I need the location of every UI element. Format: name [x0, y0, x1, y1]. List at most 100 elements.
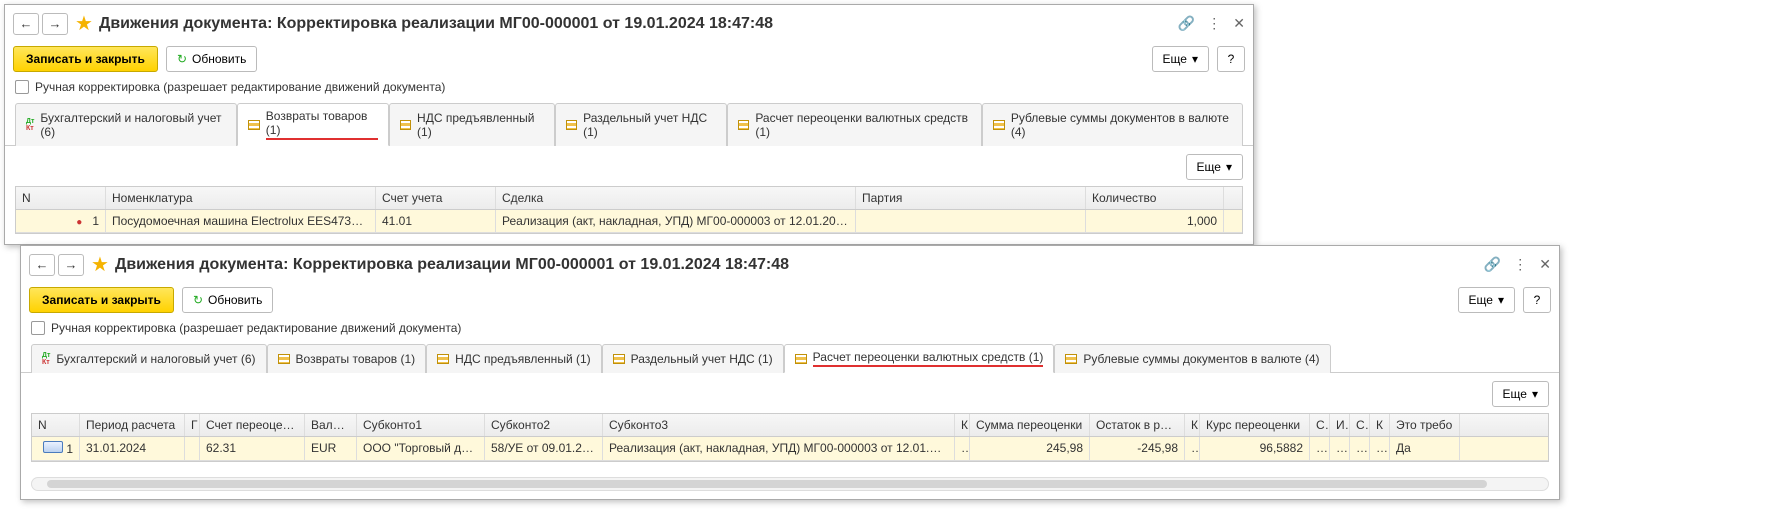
save-close-button[interactable]: Записать и закрыть: [13, 46, 158, 72]
col-party[interactable]: Партия: [856, 187, 1086, 209]
col-k1[interactable]: К: [955, 414, 970, 436]
col-currency[interactable]: Валюта: [305, 414, 357, 436]
col-required[interactable]: Это требо: [1390, 414, 1460, 436]
table-header: N Период расчета Г Счет переоценки Валют…: [32, 414, 1548, 437]
col-period[interactable]: Период расчета: [80, 414, 185, 436]
table-icon: [248, 120, 259, 130]
table-header: N Номенклатура Счет учета Сделка Партия …: [16, 187, 1242, 210]
horizontal-scrollbar[interactable]: [31, 477, 1549, 491]
more-button[interactable]: Еще▾: [1458, 287, 1515, 313]
manual-edit-checkbox[interactable]: [31, 321, 45, 335]
tabpanel-revaluation: Еще▾ N Период расчета Г Счет переоценки …: [21, 373, 1559, 472]
panel-more-button[interactable]: Еще▾: [1492, 381, 1549, 407]
tab-vat-separate[interactable]: Раздельный учет НДС (1): [555, 103, 727, 146]
manual-edit-row: Ручная корректировка (разрешает редактир…: [5, 80, 1253, 102]
arrow-left-icon: ←: [20, 16, 33, 31]
manual-edit-row: Ручная корректировка (разрешает редактир…: [21, 321, 1559, 343]
refresh-button[interactable]: Обновить: [166, 46, 257, 72]
col-k2[interactable]: К: [1185, 414, 1200, 436]
tab-accounting[interactable]: ДтКтБухгалтерский и налоговый учет (6): [15, 103, 237, 146]
kebab-icon[interactable]: ⋮: [1207, 15, 1221, 32]
col-qty[interactable]: Количество: [1086, 187, 1224, 209]
panel-more-button[interactable]: Еще▾: [1186, 154, 1243, 180]
table-row[interactable]: 1 31.01.2024 62.31 EUR ООО "Торговый дом…: [32, 437, 1548, 461]
window-revaluation: ← → ★ Движения документа: Корректировка …: [20, 245, 1560, 500]
col-n[interactable]: N: [32, 414, 80, 436]
refresh-button[interactable]: Обновить: [182, 287, 273, 313]
tab-returns[interactable]: Возвраты товаров (1): [237, 103, 388, 146]
star-icon[interactable]: ★: [91, 252, 109, 277]
tabpanel-returns: Еще▾ N Номенклатура Счет учета Сделка Па…: [5, 146, 1253, 244]
page-title: Движения документа: Корректировка реализ…: [99, 15, 1178, 33]
table-row[interactable]: ● 1 Посудомоечная машина Electrolux EES4…: [16, 210, 1242, 233]
refresh-icon: [193, 293, 203, 307]
star-icon[interactable]: ★: [75, 11, 93, 36]
col-sub2[interactable]: Субконто2: [485, 414, 603, 436]
row-marker-icon: ●: [76, 217, 82, 228]
record-marker-icon: [43, 441, 63, 453]
header-actions: 🔗 ⋮ ✕: [1484, 256, 1551, 273]
col-account-reval[interactable]: Счет переоценки: [200, 414, 305, 436]
col-nomenclature[interactable]: Номенклатура: [106, 187, 376, 209]
tabs: ДтКтБухгалтерский и налоговый учет (6) В…: [5, 102, 1253, 146]
col-g[interactable]: Г: [185, 414, 200, 436]
header: ← → ★ Движения документа: Корректировка …: [5, 5, 1253, 42]
tab-accounting[interactable]: ДтКтБухгалтерский и налоговый учет (6): [31, 344, 267, 373]
table-icon: [1065, 354, 1077, 364]
col-rate[interactable]: Курс переоценки: [1200, 414, 1310, 436]
manual-edit-label: Ручная корректировка (разрешает редактир…: [35, 80, 445, 94]
more-button[interactable]: Еще▾: [1152, 46, 1209, 72]
help-button[interactable]: ?: [1217, 46, 1245, 72]
col-s2[interactable]: С: [1350, 414, 1370, 436]
kebab-icon[interactable]: ⋮: [1513, 256, 1527, 273]
forward-button[interactable]: →: [42, 13, 68, 35]
table-icon: [278, 354, 290, 364]
header: ← → ★ Движения документа: Корректировка …: [21, 246, 1559, 283]
tab-vat-presented[interactable]: НДС предъявленный (1): [426, 344, 601, 373]
table-icon: [566, 120, 577, 130]
table-icon: [993, 120, 1004, 130]
tab-rub-sums[interactable]: Рублевые суммы документов в валюте (4): [1054, 344, 1330, 373]
back-button[interactable]: ←: [13, 13, 39, 35]
tab-returns[interactable]: Возвраты товаров (1): [267, 344, 427, 373]
arrow-left-icon: ←: [36, 257, 49, 272]
page-title: Движения документа: Корректировка реализ…: [115, 256, 1484, 274]
tabs: ДтКтБухгалтерский и налоговый учет (6) В…: [21, 343, 1559, 373]
save-close-button[interactable]: Записать и закрыть: [29, 287, 174, 313]
col-s1[interactable]: С: [1310, 414, 1330, 436]
tab-vat-separate[interactable]: Раздельный учет НДС (1): [602, 344, 784, 373]
toolbar: Записать и закрыть Обновить Еще▾ ?: [21, 283, 1559, 321]
arrow-right-icon: →: [49, 16, 62, 31]
manual-edit-checkbox[interactable]: [15, 80, 29, 94]
link-icon[interactable]: 🔗: [1178, 15, 1195, 32]
dtkt-icon: ДтКт: [42, 352, 50, 366]
table-icon: [613, 354, 625, 364]
col-k3[interactable]: К: [1370, 414, 1390, 436]
table-icon: [437, 354, 449, 364]
col-n[interactable]: N: [16, 187, 106, 209]
tab-rub-sums[interactable]: Рублевые суммы документов в валюте (4): [982, 103, 1243, 146]
table-icon: [795, 354, 807, 364]
back-button[interactable]: ←: [29, 254, 55, 276]
col-i[interactable]: И: [1330, 414, 1350, 436]
table-icon: [400, 120, 411, 130]
help-button[interactable]: ?: [1523, 287, 1551, 313]
col-account[interactable]: Счет учета: [376, 187, 496, 209]
col-sum-reval[interactable]: Сумма переоценки: [970, 414, 1090, 436]
link-icon[interactable]: 🔗: [1484, 256, 1501, 273]
scrollbar-thumb[interactable]: [47, 480, 1487, 488]
window-returns: ← → ★ Движения документа: Корректировка …: [4, 4, 1254, 245]
col-sub1[interactable]: Субконто1: [357, 414, 485, 436]
col-deal[interactable]: Сделка: [496, 187, 856, 209]
col-sub3[interactable]: Субконто3: [603, 414, 955, 436]
toolbar: Записать и закрыть Обновить Еще▾ ?: [5, 42, 1253, 80]
col-balance-rub[interactable]: Остаток в рублях: [1090, 414, 1185, 436]
close-icon[interactable]: ✕: [1233, 15, 1245, 32]
tab-revaluation[interactable]: Расчет переоценки валютных средств (1): [727, 103, 982, 146]
arrow-right-icon: →: [65, 257, 78, 272]
tab-vat-presented[interactable]: НДС предъявленный (1): [389, 103, 555, 146]
tab-revaluation[interactable]: Расчет переоценки валютных средств (1): [784, 344, 1055, 373]
forward-button[interactable]: →: [58, 254, 84, 276]
refresh-icon: [177, 52, 187, 66]
close-icon[interactable]: ✕: [1539, 256, 1551, 273]
